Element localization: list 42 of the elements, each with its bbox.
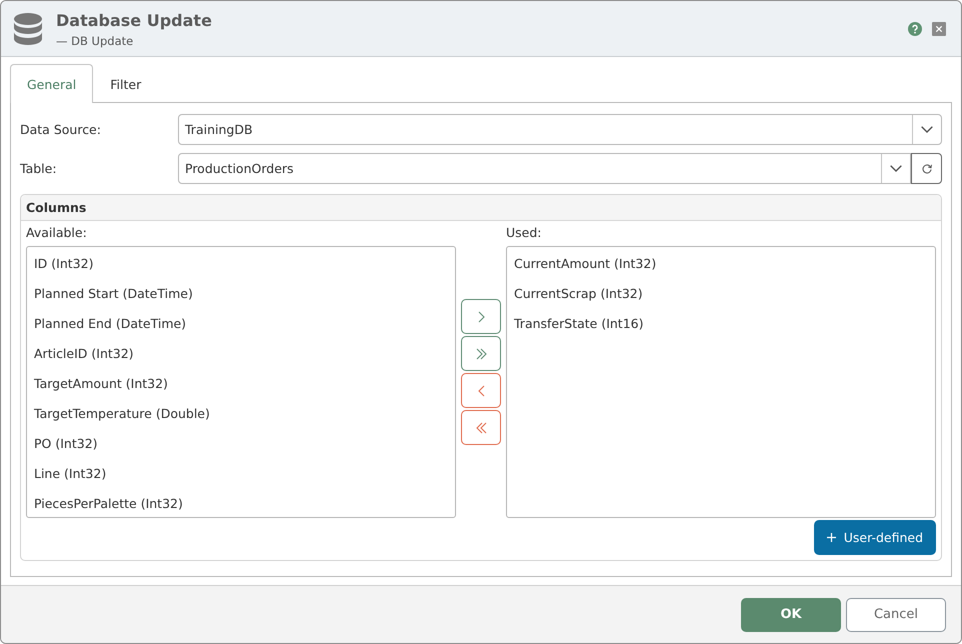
list-item[interactable]: CurrentAmount (Int32)	[507, 248, 935, 278]
list-label: Used:	[506, 225, 542, 241]
database-icon	[14, 12, 42, 44]
field-label: Data Source:	[20, 122, 102, 137]
list-item[interactable]: PO (Int32)	[27, 428, 455, 458]
plus-icon	[826, 533, 836, 542]
move-all-right-button[interactable]	[461, 336, 501, 371]
field-label: Table:	[20, 161, 58, 176]
list-item[interactable]: TargetTemperature (Double)	[27, 398, 455, 428]
tab[interactable]: Filter	[93, 64, 158, 103]
list-item[interactable]: TransferState (Int16)	[507, 308, 935, 338]
double-chevron-left-icon	[476, 422, 486, 434]
window-subtitle: — DB Update	[56, 34, 134, 48]
dropdown-field[interactable]: TrainingDB	[178, 114, 942, 145]
user-defined-button[interactable]: User-defined	[814, 520, 936, 555]
list-label: Available:	[26, 225, 88, 241]
list-item[interactable]: TargetAmount (Int32)	[27, 368, 455, 398]
chevron-left-icon	[478, 384, 484, 396]
tab[interactable]: General	[10, 64, 94, 103]
panel-header: Columns	[21, 195, 941, 221]
list-item[interactable]: CurrentScrap (Int32)	[507, 278, 935, 308]
move-left-button[interactable]	[461, 373, 501, 408]
list-item[interactable]: ID (Int32)	[27, 248, 455, 278]
chevron-down-icon[interactable]	[921, 126, 933, 133]
list-item[interactable]: Planned End (DateTime)	[27, 308, 455, 338]
refresh-icon	[922, 164, 932, 174]
list-item[interactable]: ArticleID (Int32)	[27, 338, 455, 368]
dropdown-field[interactable]: ProductionOrders	[178, 153, 911, 184]
move-all-left-button[interactable]	[461, 410, 501, 445]
close-icon[interactable]	[932, 22, 946, 36]
list-item[interactable]: Planned Start (DateTime)	[27, 278, 455, 308]
double-chevron-right-icon	[476, 348, 486, 360]
cancel-button[interactable]: Cancel	[846, 598, 946, 632]
ok-button[interactable]: OK	[741, 598, 841, 632]
list-item[interactable]: PiecesPerPalette (Int32)	[27, 488, 455, 518]
move-right-button[interactable]	[461, 299, 501, 334]
refresh-button[interactable]	[911, 153, 942, 184]
chevron-right-icon	[478, 310, 484, 322]
list-item[interactable]: Line (Int32)	[27, 458, 455, 488]
help-icon[interactable]	[908, 22, 922, 36]
chevron-down-icon[interactable]	[890, 165, 902, 172]
window-title: Database Update	[56, 10, 212, 30]
